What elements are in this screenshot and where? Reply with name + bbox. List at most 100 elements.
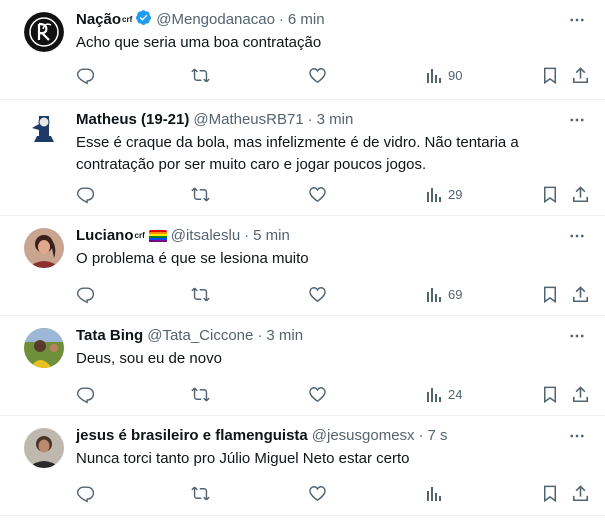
bookmark-button[interactable] [541,284,559,304]
share-icon [571,385,590,404]
bookmark-button[interactable] [541,65,559,85]
tweet-header: Tata Bing @Tata_Ciccone · 3 min [76,326,303,346]
more-options-icon[interactable] [567,110,587,130]
bookmark-icon [541,66,559,85]
views-button[interactable] [426,483,448,503]
reply-button[interactable] [76,284,95,304]
tweet[interactable]: Tata Bing @Tata_Ciccone · 3 min Deus, so… [0,316,605,416]
like-button[interactable] [308,184,327,204]
reply-button[interactable] [76,184,95,204]
tweet-text: O problema é que se lesiona muito [76,250,309,267]
bookmark-icon [541,185,559,204]
repost-button[interactable] [191,483,210,503]
user-handle[interactable]: @MatheusRB71 [193,110,303,130]
display-name[interactable]: jesus é brasileiro e flamenguista [76,426,308,446]
repost-button[interactable] [191,184,210,204]
user-handle[interactable]: @Mengodanacao [156,10,275,30]
rainbow-flag-icon [148,229,167,243]
tweet-header: Nação crf @Mengodanacao · 6 min [76,9,325,32]
tweet[interactable]: Luciano crf @itsaleslu · 5 min O problem… [0,216,605,316]
reply-icon [76,484,95,503]
display-name[interactable]: Luciano [76,226,134,246]
like-icon [308,385,327,404]
separator-dot: · [257,327,263,344]
repost-icon [191,285,210,304]
views-button[interactable]: 24 [426,384,462,404]
repost-icon [191,66,210,85]
like-icon [308,285,327,304]
tweet-header: Matheus (19-21) @MatheusRB71 · 3 min [76,110,353,130]
reply-button[interactable] [76,483,95,503]
reply-icon [76,285,95,304]
tweet[interactable]: Matheus (19-21) @MatheusRB71 · 3 min Ess… [0,100,605,216]
name-suffix: crf [134,231,145,240]
tweet-actions: 90 [76,65,596,85]
views-button[interactable]: 90 [426,65,462,85]
like-button[interactable] [308,65,327,85]
bookmark-button[interactable] [541,384,559,404]
timestamp[interactable]: 3 min [266,326,303,346]
more-options-icon[interactable] [567,226,587,246]
display-name[interactable]: Tata Bing [76,326,143,346]
share-icon [571,66,590,85]
views-button[interactable]: 29 [426,184,462,204]
tweet[interactable]: Nação crf @Mengodanacao · 6 min Acho que… [0,0,605,100]
club-crest-avatar[interactable] [24,12,64,52]
user-handle[interactable]: @Tata_Ciccone [147,326,253,346]
bookmark-button[interactable] [541,483,559,503]
separator-dot: · [278,11,284,28]
views-icon [426,186,442,203]
views-count: 24 [448,386,463,402]
share-button[interactable] [571,384,590,404]
profile-photo-avatar[interactable] [24,328,64,368]
repost-icon [191,185,210,204]
tweet-actions [76,483,596,503]
tweet-header: Luciano crf @itsaleslu · 5 min [76,226,290,246]
more-options-icon[interactable] [567,426,587,446]
views-count: 90 [448,67,463,83]
timestamp[interactable]: 7 s [428,426,448,446]
like-icon [308,185,327,204]
views-icon [426,386,442,403]
repost-button[interactable] [191,384,210,404]
timestamp[interactable]: 6 min [288,10,325,30]
tweet[interactable]: jesus é brasileiro e flamenguista @jesus… [0,416,605,516]
user-handle[interactable]: @itsaleslu [171,226,240,246]
share-button[interactable] [571,184,590,204]
reply-button[interactable] [76,384,95,404]
profile-photo-avatar[interactable] [24,228,64,268]
share-icon [571,185,590,204]
like-icon [308,484,327,503]
views-icon [426,485,442,502]
separator-dot: · [244,227,250,244]
bookmark-button[interactable] [541,184,559,204]
name-suffix: crf [122,15,133,24]
display-name[interactable]: Matheus (19-21) [76,110,189,130]
repost-button[interactable] [191,65,210,85]
tweet-text: Esse é craque da bola, mas infelizmente … [76,134,519,173]
bookmark-icon [541,484,559,503]
like-button[interactable] [308,483,327,503]
share-button[interactable] [571,284,590,304]
timestamp[interactable]: 5 min [253,226,290,246]
profile-photo-avatar[interactable] [24,110,64,150]
like-button[interactable] [308,284,327,304]
user-handle[interactable]: @jesusgomesx [312,426,415,446]
share-button[interactable] [571,65,590,85]
reply-button[interactable] [76,65,95,85]
timestamp[interactable]: 3 min [317,110,354,130]
views-icon [426,67,442,84]
repost-button[interactable] [191,284,210,304]
share-button[interactable] [571,483,590,503]
profile-photo-avatar[interactable] [24,428,64,468]
like-icon [308,66,327,85]
display-name[interactable]: Nação [76,10,121,30]
tweet-actions: 29 [76,184,596,204]
views-button[interactable]: 69 [426,284,462,304]
more-options-icon[interactable] [567,10,587,30]
more-options-icon[interactable] [567,326,587,346]
verified-badge-icon [135,9,152,32]
tweet-text: Deus, sou eu de novo [76,350,222,367]
share-icon [571,285,590,304]
like-button[interactable] [308,384,327,404]
